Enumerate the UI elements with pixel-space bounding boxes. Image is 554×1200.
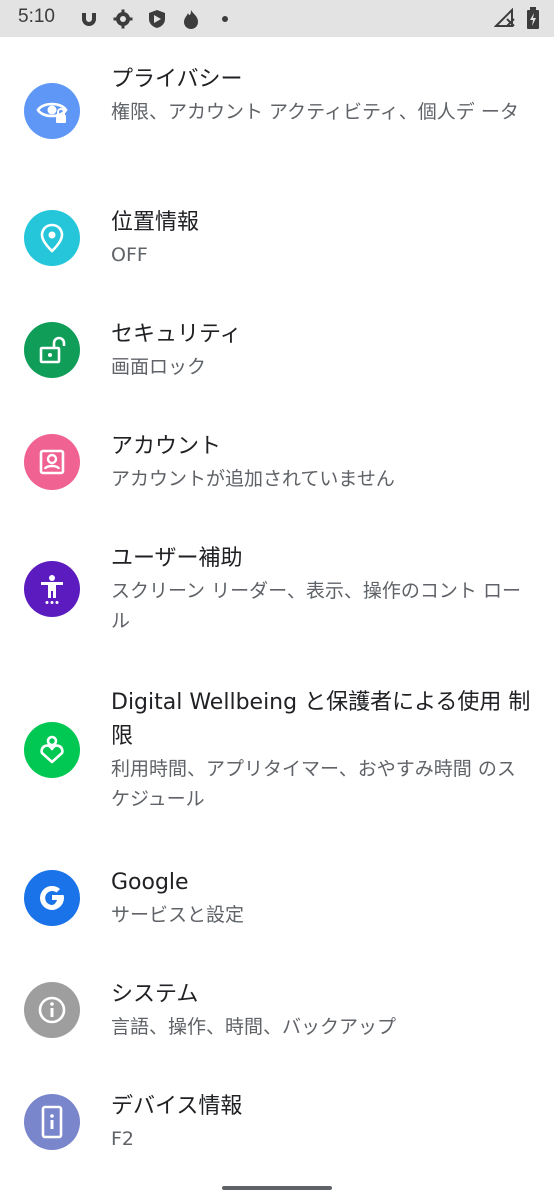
fire-icon [180, 8, 202, 30]
settings-item-title: セキュリティ [111, 322, 242, 347]
account-box-icon [24, 434, 80, 490]
accessibility-icon [24, 561, 80, 617]
settings-gear-icon [112, 8, 134, 30]
dot-icon [214, 8, 236, 30]
google-g-icon [24, 870, 80, 926]
home-gesture-bar[interactable] [222, 1186, 332, 1190]
no-signal-icon [493, 7, 516, 32]
settings-item-title: システム [111, 982, 199, 1007]
battery-charging-icon [526, 7, 540, 33]
settings-item-subtitle: 言語、操作、時間、バックアップ [111, 1016, 397, 1038]
settings-item-title: プライバシー [111, 67, 243, 92]
settings-item-system[interactable]: システム 言語、操作、時間、バックアップ [0, 976, 554, 1066]
settings-item-subtitle: 権限、アカウント アクティビティ、個人デ ータ [111, 101, 519, 123]
shield-icon [146, 8, 168, 30]
settings-item-subtitle: 画面ロック [111, 356, 207, 378]
settings-item-accounts[interactable]: アカウント アカウントが追加されていません [0, 428, 554, 518]
unlock-icon [24, 322, 80, 378]
settings-item-title: ユーザー補助 [111, 546, 243, 571]
settings-item-google[interactable]: Google サービスと設定 [0, 864, 554, 954]
info-icon [24, 982, 80, 1038]
settings-item-digital-wellbeing[interactable]: Digital Wellbeing と保護者による使用 制限 利用時間、アプリタ… [0, 684, 554, 834]
settings-item-subtitle: アカウントが追加されていません [111, 468, 395, 490]
settings-item-location[interactable]: 位置情報 OFF [0, 204, 554, 294]
settings-item-security[interactable]: セキュリティ 画面ロック [0, 316, 554, 406]
settings-item-title: アカウント [111, 434, 222, 459]
settings-item-title: Digital Wellbeing と保護者による使用 制限 [111, 690, 531, 749]
status-time: 5:10 [18, 6, 55, 27]
settings-item-title: Google [111, 870, 189, 895]
settings-item-accessibility[interactable]: ユーザー補助 スクリーン リーダー、表示、操作のコント ロール [0, 540, 554, 660]
settings-item-subtitle: サービスと設定 [111, 904, 245, 926]
settings-item-subtitle: OFF [111, 244, 148, 266]
settings-item-subtitle: スクリーン リーダー、表示、操作のコント ロール [111, 580, 521, 632]
settings-item-subtitle: 利用時間、アプリタイマー、おやすみ時間 のスケジュール [111, 758, 516, 810]
status-bar: 5:10 [0, 0, 554, 37]
privacy-eye-icon [24, 83, 80, 139]
app-notification-icon [78, 8, 100, 30]
settings-item-about-device[interactable]: デバイス情報 F2 [0, 1088, 554, 1178]
device-phone-icon [24, 1094, 80, 1150]
settings-item-title: デバイス情報 [111, 1094, 243, 1119]
settings-item-subtitle: F2 [111, 1128, 135, 1150]
location-pin-icon [24, 210, 80, 266]
settings-item-privacy[interactable]: プライバシー 権限、アカウント アクティビティ、個人デ ータ [0, 59, 554, 179]
wellbeing-heart-icon [24, 722, 80, 778]
settings-item-title: 位置情報 [111, 210, 200, 235]
